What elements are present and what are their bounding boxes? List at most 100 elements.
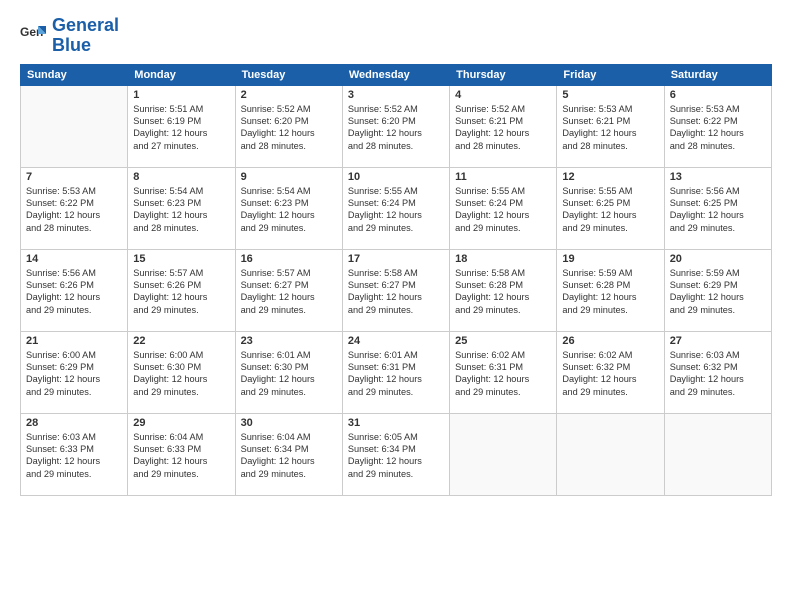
day-info: Sunrise: 6:02 AM Sunset: 6:31 PM Dayligh… (455, 349, 551, 399)
day-number: 22 (133, 335, 229, 347)
day-number: 6 (670, 89, 766, 101)
day-number: 19 (562, 253, 658, 265)
day-cell: 31 Sunrise: 6:05 AM Sunset: 6:34 PM Dayli… (342, 413, 449, 495)
day-info: Sunrise: 5:55 AM Sunset: 6:24 PM Dayligh… (455, 185, 551, 235)
day-info: Sunrise: 6:03 AM Sunset: 6:32 PM Dayligh… (670, 349, 766, 399)
day-info: Sunrise: 5:52 AM Sunset: 6:20 PM Dayligh… (241, 103, 337, 153)
day-info: Sunrise: 6:04 AM Sunset: 6:34 PM Dayligh… (241, 431, 337, 481)
header: Gen GeneralBlue (20, 16, 772, 56)
day-info: Sunrise: 6:02 AM Sunset: 6:32 PM Dayligh… (562, 349, 658, 399)
header-cell-sunday: Sunday (21, 64, 128, 85)
day-cell: 29Sunrise: 6:04 AM Sunset: 6:33 PM Dayli… (128, 413, 235, 495)
day-number: 8 (133, 171, 229, 183)
week-row-2: 7 Sunrise: 5:53 AM Sunset: 6:22 PM Daylig… (21, 167, 772, 249)
day-number: 25 (455, 335, 551, 347)
day-cell: 12 Sunrise: 5:55 AM Sunset: 6:25 PM Dayli… (557, 167, 664, 249)
day-info: Sunrise: 5:53 AM Sunset: 6:22 PM Dayligh… (26, 185, 122, 235)
day-info: Sunrise: 5:52 AM Sunset: 6:21 PM Dayligh… (455, 103, 551, 153)
day-info: Sunrise: 5:52 AM Sunset: 6:20 PM Dayligh… (348, 103, 444, 153)
day-number: 21 (26, 335, 122, 347)
page: Gen GeneralBlue SundayMondayTuesdayWedne… (0, 0, 792, 612)
header-cell-thursday: Thursday (450, 64, 557, 85)
day-info: Sunrise: 5:57 AM Sunset: 6:27 PM Dayligh… (241, 267, 337, 317)
day-number: 28 (26, 417, 122, 429)
day-number: 9 (241, 171, 337, 183)
day-cell: 7 Sunrise: 5:53 AM Sunset: 6:22 PM Daylig… (21, 167, 128, 249)
day-info: Sunrise: 6:03 AM Sunset: 6:33 PM Dayligh… (26, 431, 122, 481)
header-row: SundayMondayTuesdayWednesdayThursdayFrid… (21, 64, 772, 85)
day-cell: 11 Sunrise: 5:55 AM Sunset: 6:24 PM Dayli… (450, 167, 557, 249)
calendar-table: SundayMondayTuesdayWednesdayThursdayFrid… (20, 64, 772, 496)
day-number: 7 (26, 171, 122, 183)
day-cell (450, 413, 557, 495)
day-number: 14 (26, 253, 122, 265)
day-cell: 13 Sunrise: 5:56 AM Sunset: 6:25 PM Dayli… (664, 167, 771, 249)
day-cell: 25 Sunrise: 6:02 AM Sunset: 6:31 PM Dayli… (450, 331, 557, 413)
week-row-3: 14 Sunrise: 5:56 AM Sunset: 6:26 PM Dayli… (21, 249, 772, 331)
day-info: Sunrise: 5:54 AM Sunset: 6:23 PM Dayligh… (241, 185, 337, 235)
day-info: Sunrise: 5:51 AM Sunset: 6:19 PM Dayligh… (133, 103, 229, 153)
day-info: Sunrise: 6:00 AM Sunset: 6:29 PM Dayligh… (26, 349, 122, 399)
day-cell: 15Sunrise: 5:57 AM Sunset: 6:26 PM Dayli… (128, 249, 235, 331)
day-cell: 14 Sunrise: 5:56 AM Sunset: 6:26 PM Dayli… (21, 249, 128, 331)
day-info: Sunrise: 6:04 AM Sunset: 6:33 PM Dayligh… (133, 431, 229, 481)
day-info: Sunrise: 5:59 AM Sunset: 6:28 PM Dayligh… (562, 267, 658, 317)
day-info: Sunrise: 5:54 AM Sunset: 6:23 PM Dayligh… (133, 185, 229, 235)
day-number: 30 (241, 417, 337, 429)
day-info: Sunrise: 5:56 AM Sunset: 6:26 PM Dayligh… (26, 267, 122, 317)
day-cell: 26 Sunrise: 6:02 AM Sunset: 6:32 PM Dayli… (557, 331, 664, 413)
day-cell: 18 Sunrise: 5:58 AM Sunset: 6:28 PM Dayli… (450, 249, 557, 331)
header-cell-monday: Monday (128, 64, 235, 85)
day-info: Sunrise: 5:58 AM Sunset: 6:28 PM Dayligh… (455, 267, 551, 317)
header-cell-wednesday: Wednesday (342, 64, 449, 85)
day-cell: 2 Sunrise: 5:52 AM Sunset: 6:20 PM Daylig… (235, 85, 342, 167)
day-cell: 16 Sunrise: 5:57 AM Sunset: 6:27 PM Dayli… (235, 249, 342, 331)
logo: Gen GeneralBlue (20, 16, 119, 56)
week-row-5: 28 Sunrise: 6:03 AM Sunset: 6:33 PM Dayli… (21, 413, 772, 495)
day-number: 24 (348, 335, 444, 347)
day-cell: 1 Sunrise: 5:51 AM Sunset: 6:19 PM Daylig… (128, 85, 235, 167)
day-cell (664, 413, 771, 495)
header-cell-tuesday: Tuesday (235, 64, 342, 85)
day-info: Sunrise: 5:56 AM Sunset: 6:25 PM Dayligh… (670, 185, 766, 235)
day-number: 20 (670, 253, 766, 265)
calendar-header: SundayMondayTuesdayWednesdayThursdayFrid… (21, 64, 772, 85)
day-info: Sunrise: 5:53 AM Sunset: 6:21 PM Dayligh… (562, 103, 658, 153)
day-cell: 23Sunrise: 6:01 AM Sunset: 6:30 PM Dayli… (235, 331, 342, 413)
day-number: 12 (562, 171, 658, 183)
header-cell-saturday: Saturday (664, 64, 771, 85)
day-number: 16 (241, 253, 337, 265)
day-cell: 24Sunrise: 6:01 AM Sunset: 6:31 PM Dayli… (342, 331, 449, 413)
day-info: Sunrise: 5:58 AM Sunset: 6:27 PM Dayligh… (348, 267, 444, 317)
day-info: Sunrise: 5:55 AM Sunset: 6:24 PM Dayligh… (348, 185, 444, 235)
day-number: 2 (241, 89, 337, 101)
day-number: 11 (455, 171, 551, 183)
day-info: Sunrise: 5:55 AM Sunset: 6:25 PM Dayligh… (562, 185, 658, 235)
day-cell: 30 Sunrise: 6:04 AM Sunset: 6:34 PM Dayli… (235, 413, 342, 495)
day-cell: 8 Sunrise: 5:54 AM Sunset: 6:23 PM Daylig… (128, 167, 235, 249)
day-number: 18 (455, 253, 551, 265)
week-row-1: 1 Sunrise: 5:51 AM Sunset: 6:19 PM Daylig… (21, 85, 772, 167)
day-cell (557, 413, 664, 495)
day-info: Sunrise: 6:00 AM Sunset: 6:30 PM Dayligh… (133, 349, 229, 399)
day-cell (21, 85, 128, 167)
day-cell: 22 Sunrise: 6:00 AM Sunset: 6:30 PM Dayli… (128, 331, 235, 413)
day-number: 26 (562, 335, 658, 347)
calendar-body: 1 Sunrise: 5:51 AM Sunset: 6:19 PM Daylig… (21, 85, 772, 495)
day-number: 5 (562, 89, 658, 101)
day-info: Sunrise: 6:05 AM Sunset: 6:34 PM Dayligh… (348, 431, 444, 481)
day-cell: 3 Sunrise: 5:52 AM Sunset: 6:20 PM Daylig… (342, 85, 449, 167)
day-number: 13 (670, 171, 766, 183)
day-number: 31 (348, 417, 444, 429)
day-number: 1 (133, 89, 229, 101)
day-cell: 9 Sunrise: 5:54 AM Sunset: 6:23 PM Daylig… (235, 167, 342, 249)
header-cell-friday: Friday (557, 64, 664, 85)
day-cell: 4Sunrise: 5:52 AM Sunset: 6:21 PM Daylig… (450, 85, 557, 167)
day-cell: 19 Sunrise: 5:59 AM Sunset: 6:28 PM Dayli… (557, 249, 664, 331)
day-info: Sunrise: 6:01 AM Sunset: 6:30 PM Dayligh… (241, 349, 337, 399)
day-cell: 20Sunrise: 5:59 AM Sunset: 6:29 PM Dayli… (664, 249, 771, 331)
day-cell: 17Sunrise: 5:58 AM Sunset: 6:27 PM Dayli… (342, 249, 449, 331)
day-number: 3 (348, 89, 444, 101)
day-number: 15 (133, 253, 229, 265)
week-row-4: 21 Sunrise: 6:00 AM Sunset: 6:29 PM Dayli… (21, 331, 772, 413)
